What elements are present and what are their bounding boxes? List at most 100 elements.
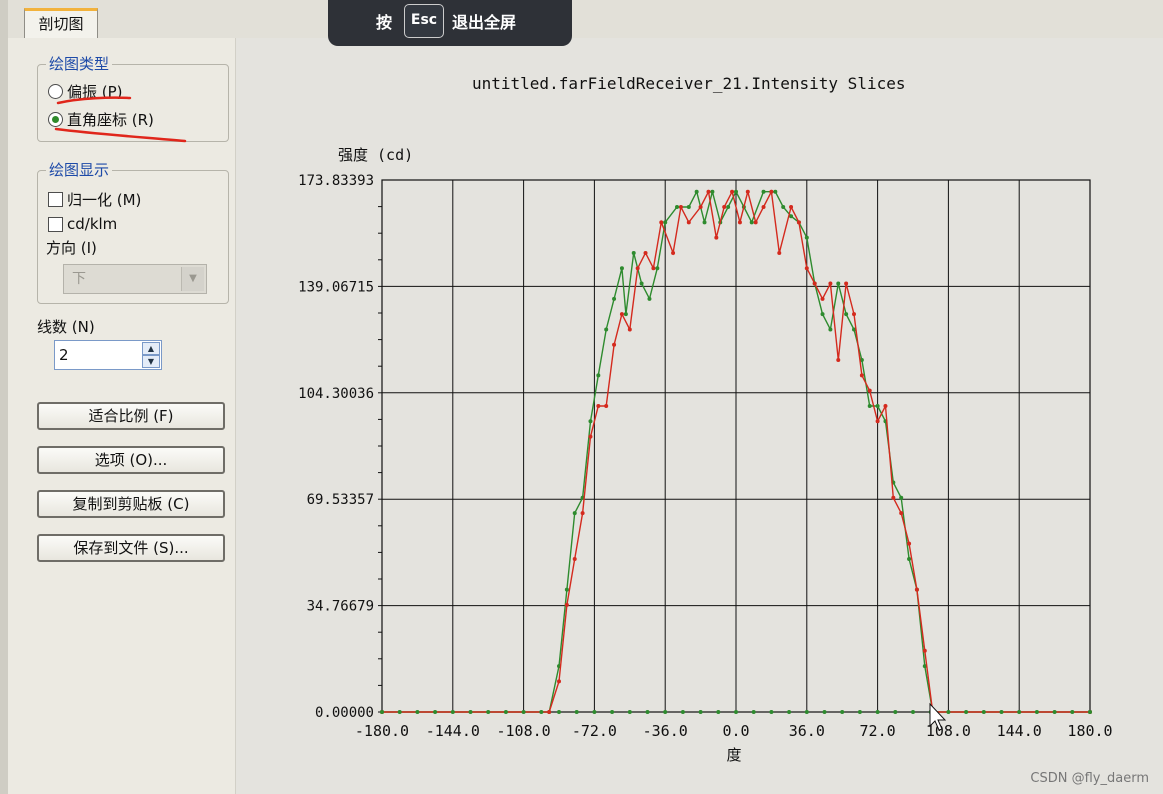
series-point-1 [899,495,904,500]
series-point-2 [604,403,609,408]
baseline-point [1017,710,1022,714]
x-tick-label: 72.0 [860,722,896,740]
series-point-2 [698,205,703,210]
baseline-point [610,710,615,714]
x-axis-label: 度 [726,746,741,764]
y-tick-label: 173.83393 [298,173,374,189]
baseline-point [840,710,845,714]
baseline-point [486,710,491,714]
x-tick-label: 0.0 [722,722,749,740]
watermark: CSDN @fly_daerm [1030,771,1149,786]
baseline-point [397,710,402,714]
x-tick-label: 36.0 [789,722,825,740]
overlay-post: 退出全屏 [452,13,517,32]
series-point-2 [836,358,841,363]
series-point-1 [844,312,849,317]
baseline-point [627,710,632,714]
series-point-2 [867,388,872,393]
baseline-point [539,710,544,714]
series-point-2 [859,373,864,378]
baseline-point [751,710,756,714]
series-point-1 [781,205,786,210]
baseline-point [592,710,597,714]
series-point-2 [789,205,794,210]
series-point-1 [588,419,593,424]
series-point-2 [643,250,648,255]
x-tick-label: -72.0 [572,722,617,740]
intensity-chart: 强度 (cd) 度 -180.0 -144.0 -108.0 -72.0 -36.0 0.… [298,146,1112,764]
series-point-2 [737,220,742,225]
baseline-point [1070,710,1075,714]
series-point-1 [804,235,809,240]
baseline-point [503,710,508,714]
baseline-point [911,710,915,714]
baseline-point [468,710,473,714]
baseline-point [433,710,438,714]
series-point-2 [745,189,750,194]
series-point-1 [773,189,778,194]
series-point-2 [651,266,656,271]
series-point-2 [627,327,632,332]
x-tick-label: -180.0 [355,722,409,740]
series-point-2 [777,250,782,255]
baseline-point [981,710,986,714]
series-point-1 [694,189,699,194]
series-point-2 [564,602,569,607]
series-point-1 [623,312,628,317]
baseline-point [574,710,579,714]
series-point-2 [686,220,691,225]
series-point-2 [820,296,825,301]
series-point-1 [726,205,731,210]
y-tick-label: 139.06715 [298,279,374,295]
x-tick-label: -144.0 [426,722,480,740]
series-point-1 [710,189,715,194]
y-tick-label: 34.76679 [307,599,374,615]
series-point-2 [914,587,919,592]
series-point-2 [671,250,676,255]
series-point-2 [852,312,856,317]
x-tick-label: 144.0 [997,722,1042,740]
series-point-2 [678,205,683,210]
series-point-1 [655,266,660,271]
series-point-2 [922,648,927,653]
baseline-point [521,710,526,714]
baseline-point [1088,710,1092,714]
series-point-2 [706,189,711,194]
series-point-1 [867,403,872,408]
baseline-point [946,710,951,714]
series-point-2 [844,281,849,286]
series-point-2 [714,235,719,240]
baseline-point [716,710,721,714]
baseline-point [698,710,703,714]
series-point-2 [572,556,577,561]
series-point-2 [804,266,809,271]
series-point-2 [828,281,833,286]
y-axis-label: 强度 (cd) [338,146,413,164]
series-point-1 [596,373,601,378]
series-point-2 [796,220,801,225]
series-point-2 [547,710,552,714]
series-point-1 [686,205,691,210]
series-point-2 [907,541,912,546]
series-point-1 [612,296,617,301]
baseline-point [964,710,969,714]
baseline-point [999,710,1004,714]
series-point-2 [883,403,888,408]
baseline-point [380,710,384,714]
baseline-point [857,710,862,714]
x-tick-label: -36.0 [643,722,688,740]
series-point-1 [639,281,644,286]
series-point-2 [730,189,735,194]
series-point-1 [907,556,912,561]
series-point-2 [619,312,624,317]
series-point-1 [761,189,766,194]
series-point-2 [588,434,593,439]
esc-key[interactable]: Esc [404,4,444,38]
baseline-point [875,710,880,714]
y-tick-label: 104.30036 [298,386,374,402]
series-point-1 [836,281,841,286]
series-point-2 [753,220,758,225]
series-point-2 [899,511,904,516]
series-point-2 [659,220,664,225]
x-tick-label: 108.0 [926,722,971,740]
